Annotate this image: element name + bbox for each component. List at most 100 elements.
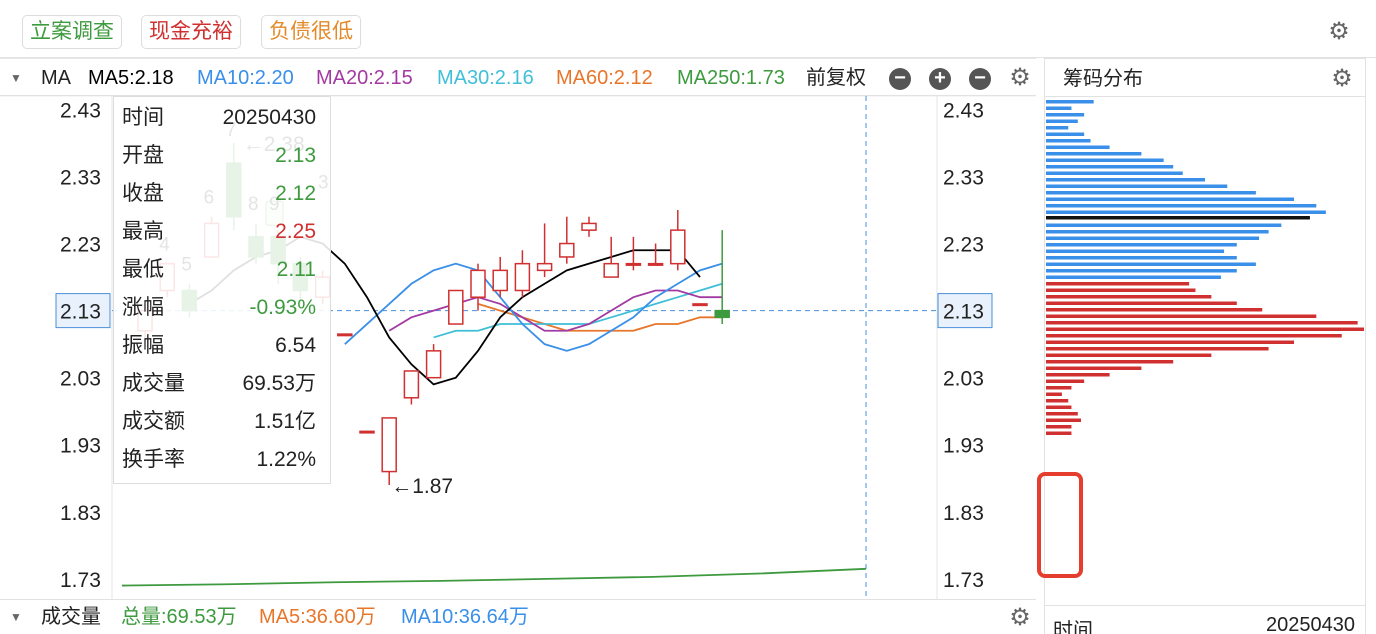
candle-body bbox=[492, 269, 508, 292]
candle-body bbox=[581, 222, 597, 231]
y-tick-right: 2.23 bbox=[943, 234, 984, 257]
candle-body bbox=[536, 262, 553, 272]
chip-bar-red bbox=[1046, 386, 1072, 390]
ma-settings-gear-icon[interactable]: ⚙ bbox=[1007, 65, 1033, 91]
chip-bar-blue bbox=[1046, 113, 1085, 117]
volume-ma5: MA5:36.60万 bbox=[259, 606, 376, 628]
chip-bar-red bbox=[1046, 418, 1081, 422]
chip-bar-blue bbox=[1046, 204, 1317, 208]
chip-bar-blue bbox=[1046, 184, 1228, 188]
info-row: 最低 2.11 bbox=[122, 251, 316, 289]
chip-bar-red bbox=[1046, 353, 1212, 357]
y-tick-left: 2.33 bbox=[60, 166, 101, 189]
volume-header: ▼ 成交量 总量:69.53万 MA5:36.60万 MA10:36.64万 ⚙ bbox=[0, 599, 1036, 634]
chip-bar-blue bbox=[1046, 191, 1256, 195]
chip-bar-blue bbox=[1046, 119, 1078, 123]
chip-bar-blue bbox=[1046, 152, 1142, 156]
y-tick-right: 2.03 bbox=[943, 368, 984, 391]
chip-settings-gear-icon[interactable]: ⚙ bbox=[1329, 66, 1355, 92]
info-key: 最低 bbox=[122, 258, 164, 281]
chip-distribution-header: 筹码分布 ⚙ bbox=[1045, 59, 1365, 97]
candlestick-chart[interactable]: 2.43 2.43 2.33 2.33 2.23 2.23 2.13 2.13 2.03 2.03… bbox=[0, 95, 1036, 599]
volume-label: 成交量 bbox=[41, 606, 101, 628]
candle-body bbox=[337, 333, 353, 337]
y-tick-left: 2.23 bbox=[60, 234, 101, 257]
ma5-value: MA5:2.18 bbox=[88, 67, 174, 89]
info-key: 成交量 bbox=[122, 372, 185, 395]
chip-bar-blue bbox=[1046, 100, 1094, 104]
info-value: 69.53万 bbox=[242, 372, 316, 395]
info-value: 1.22% bbox=[256, 448, 316, 471]
chip-bar-red bbox=[1046, 399, 1069, 403]
tag-low-debt[interactable]: 负债很低 bbox=[261, 15, 361, 49]
info-row: 时间 20250430 bbox=[122, 99, 316, 137]
chip-bar-red bbox=[1046, 327, 1364, 331]
info-value: -0.93% bbox=[249, 296, 316, 319]
y-tick-left: 1.73 bbox=[60, 569, 101, 592]
volume-settings-gear-icon[interactable]: ⚙ bbox=[1007, 605, 1033, 631]
chip-bar-blue bbox=[1046, 132, 1085, 136]
volume-total: 总量:69.53万 bbox=[121, 606, 237, 628]
volume-collapse-icon[interactable]: ▼ bbox=[10, 600, 22, 634]
y-tick-left: 2.43 bbox=[60, 99, 101, 122]
y-tick-right: 2.43 bbox=[943, 99, 984, 122]
chip-bar-blue bbox=[1046, 223, 1282, 227]
chip-bar-red bbox=[1046, 282, 1190, 286]
tag-bar: 立案调查 现金充裕 负债很低 ⚙ bbox=[0, 0, 1376, 58]
chip-bar-red bbox=[1046, 314, 1317, 318]
chip-bar-blue bbox=[1046, 139, 1091, 143]
tag-cash-rich[interactable]: 现金充裕 bbox=[141, 15, 241, 49]
info-row: 换手率 1.22% bbox=[122, 441, 316, 479]
low-annotation: ←1.87 bbox=[391, 475, 453, 498]
chip-bar-blue bbox=[1046, 126, 1069, 130]
gear-icon[interactable]: ⚙ bbox=[1326, 19, 1352, 45]
info-value: 2.25 bbox=[275, 220, 316, 243]
candle-body bbox=[448, 289, 464, 325]
info-row: 成交额 1.51亿 bbox=[122, 403, 316, 441]
chip-bar-red bbox=[1046, 308, 1263, 312]
chip-bar-red bbox=[1046, 334, 1342, 338]
chip-bar-blue bbox=[1046, 165, 1174, 169]
zoom-out-icon[interactable]: − bbox=[889, 68, 911, 90]
chip-bar-red bbox=[1046, 360, 1174, 364]
zoom-in-icon[interactable]: + bbox=[929, 68, 951, 90]
tag-filed-investigation[interactable]: 立案调查 bbox=[22, 15, 122, 49]
chip-footer-label: 时间 bbox=[1053, 620, 1093, 634]
chip-bar-red bbox=[1046, 392, 1062, 396]
chip-bar-blue bbox=[1046, 197, 1295, 201]
candle-body bbox=[647, 262, 664, 266]
candle-body bbox=[559, 242, 575, 258]
info-key: 涨幅 bbox=[122, 296, 164, 319]
candle-body bbox=[714, 309, 730, 319]
info-key: 振幅 bbox=[122, 334, 164, 357]
chip-bar-red bbox=[1046, 321, 1358, 325]
candle-body bbox=[359, 430, 375, 434]
info-row: 最高 2.25 bbox=[122, 213, 316, 251]
candle-body bbox=[603, 262, 619, 278]
chip-bar-red bbox=[1046, 347, 1269, 351]
ma60-value: MA60:2.12 bbox=[556, 67, 653, 89]
info-row: 涨幅 -0.93% bbox=[122, 289, 316, 327]
candle-body bbox=[470, 269, 486, 298]
info-value: 20250430 bbox=[222, 106, 316, 129]
info-value: 2.12 bbox=[275, 182, 316, 205]
chip-bar-red bbox=[1046, 412, 1078, 416]
info-key: 最高 bbox=[122, 220, 164, 243]
candle-body bbox=[692, 303, 708, 307]
info-value: 2.13 bbox=[275, 144, 316, 167]
info-key: 时间 bbox=[122, 106, 164, 129]
chip-bar-blue bbox=[1046, 171, 1183, 175]
y-tick-right: 1.83 bbox=[943, 502, 984, 525]
chip-bar-blue bbox=[1046, 256, 1237, 260]
volume-ma10: MA10:36.64万 bbox=[401, 606, 529, 628]
chip-bar-red bbox=[1046, 373, 1110, 377]
info-key: 开盘 bbox=[122, 144, 164, 167]
collapse-panel-icon[interactable]: − bbox=[969, 68, 991, 90]
chip-bar-blue bbox=[1046, 106, 1072, 110]
collapse-icon[interactable]: ▼ bbox=[10, 59, 22, 97]
candle-body bbox=[514, 262, 531, 292]
info-row: 成交量 69.53万 bbox=[122, 365, 316, 403]
chip-bar-blue bbox=[1046, 275, 1221, 279]
adjust-mode[interactable]: 前复权 bbox=[806, 59, 866, 97]
info-key: 换手率 bbox=[122, 448, 185, 471]
